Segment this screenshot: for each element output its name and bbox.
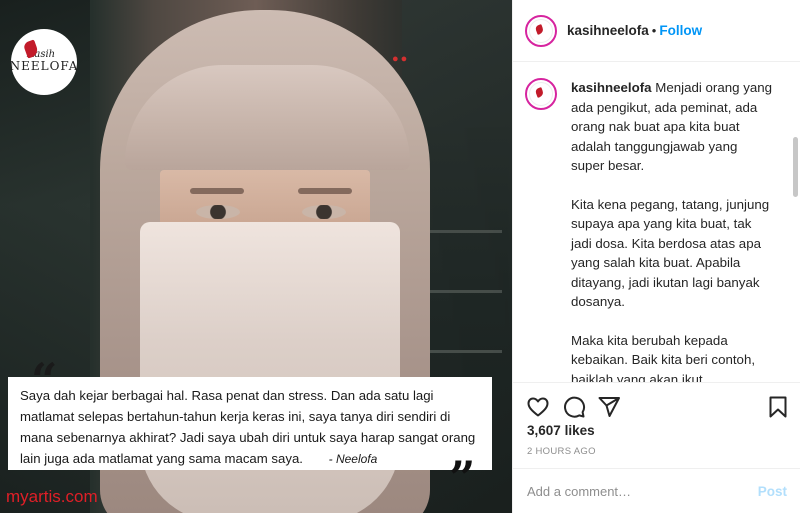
comment-input[interactable] — [527, 483, 758, 499]
record-indicator-icon: ●● — [392, 53, 410, 65]
quote-box: Saya dah kejar berbagai hal. Rasa penat … — [8, 377, 492, 470]
likes-count[interactable]: 3,607 likes — [527, 423, 595, 438]
left-eye — [196, 205, 240, 219]
likes-label[interactable]: likes — [565, 423, 595, 438]
action-bar — [513, 382, 800, 422]
comment-bar: Post — [513, 468, 800, 513]
caption-paragraph-3: Maka kita berubah kepada kebaikan. Baik … — [571, 332, 756, 383]
caption-username[interactable]: kasihneelofa — [571, 80, 652, 95]
open-quote-mark: “ — [31, 353, 58, 407]
right-brow — [298, 188, 352, 194]
post-sidebar: kasihneelofa • Follow kasihneelofa Menja… — [512, 0, 800, 513]
comment-icon[interactable] — [562, 395, 586, 419]
left-brow — [190, 188, 244, 194]
quote-text: Saya dah kejar berbagai hal. Rasa penat … — [20, 385, 480, 470]
likes-number[interactable]: 3,607 — [527, 423, 561, 438]
avatar-logo-icon — [529, 82, 553, 106]
caption-scrollbar[interactable] — [793, 137, 798, 197]
post-media[interactable]: ●● Kasih NEELOFA Saya dah kejar berbagai… — [0, 0, 512, 513]
caption-paragraph-2: Kita kena pegang, tatang, junjung supaya… — [571, 196, 770, 310]
caption-avatar[interactable] — [525, 78, 557, 110]
post-button[interactable]: Post — [758, 484, 787, 499]
close-quote-mark: ” — [449, 451, 476, 505]
heart-icon[interactable] — [526, 395, 550, 419]
avatar-logo-icon — [529, 18, 553, 43]
caption-text: kasihneelofa Menjadi orang yang ada peng… — [571, 78, 773, 382]
header-username[interactable]: kasihneelofa — [567, 23, 649, 38]
avatar[interactable] — [525, 14, 557, 47]
follow-button[interactable]: Follow — [659, 23, 702, 38]
separator-dot: • — [651, 23, 657, 38]
bookmark-icon[interactable] — [766, 395, 790, 419]
caption-area[interactable]: kasihneelofa Menjadi orang yang ada peng… — [513, 62, 800, 382]
watermark-text: myartis.com — [6, 487, 98, 506]
caption-paragraph: kasihneelofa Menjadi orang yang ada peng… — [571, 78, 773, 176]
quote-body: Saya dah kejar berbagai hal. Rasa penat … — [20, 388, 476, 466]
kasih-neelofa-logo: Kasih NEELOFA — [9, 29, 79, 95]
right-eye — [302, 205, 346, 219]
share-icon[interactable] — [597, 395, 621, 419]
caption-row: kasihneelofa Menjadi orang yang ada peng… — [525, 78, 773, 382]
post-header: kasihneelofa • Follow — [513, 0, 800, 62]
quote-author: - Neelofa — [328, 452, 378, 466]
logo-main-text: NEELOFA — [9, 59, 79, 74]
posted-time[interactable]: 2 HOURS AGO — [527, 446, 596, 457]
